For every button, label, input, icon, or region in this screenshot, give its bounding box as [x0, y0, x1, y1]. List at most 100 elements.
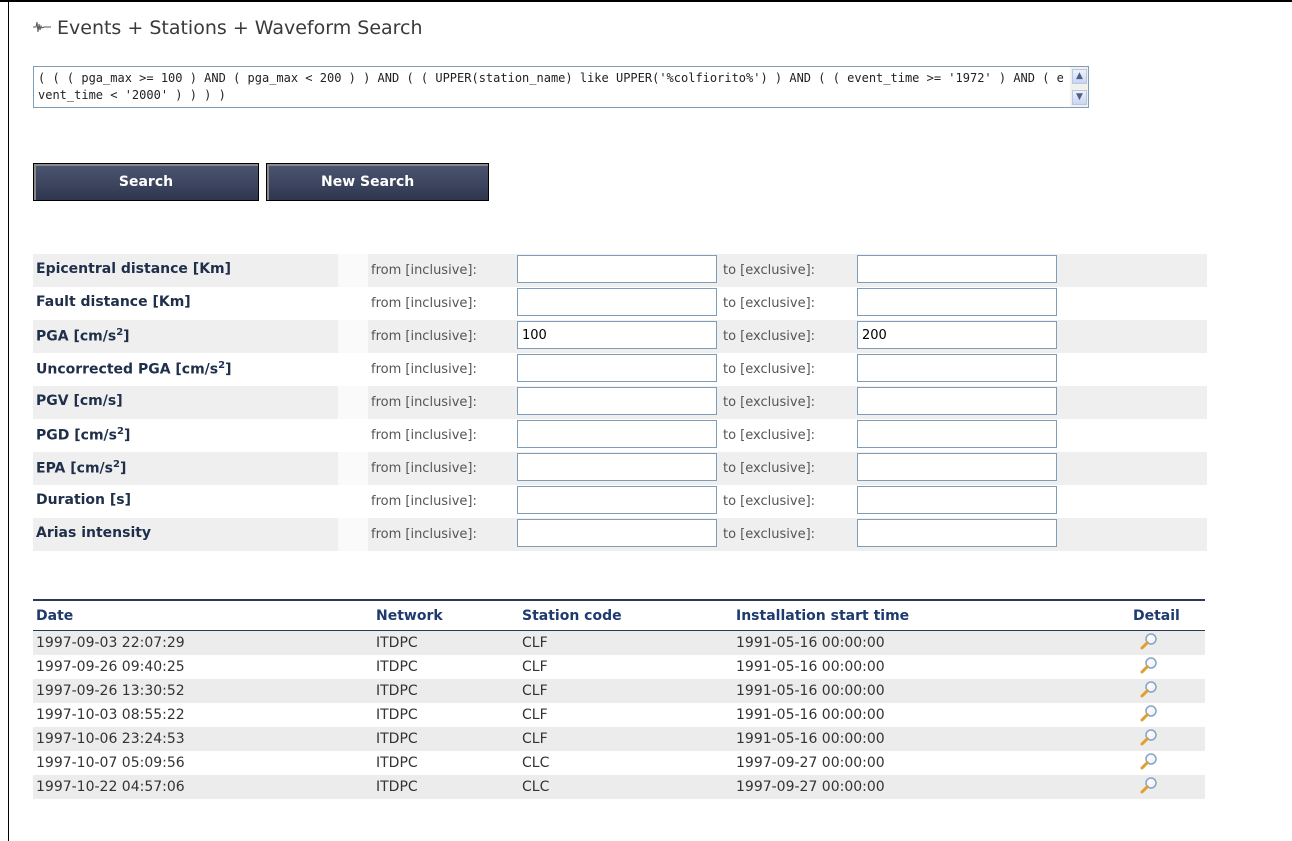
cell-network: ITDPC: [376, 707, 418, 723]
to-input[interactable]: [857, 321, 1057, 349]
filter-row-separator: [338, 254, 368, 287]
to-input[interactable]: [857, 354, 1057, 382]
to-input[interactable]: [857, 420, 1057, 448]
cell-installation-time: 1991-05-16 00:00:00: [736, 731, 885, 747]
column-header-network[interactable]: Network: [376, 608, 443, 624]
from-input[interactable]: [517, 255, 717, 283]
cell-station-code: CLF: [522, 707, 548, 723]
search-button[interactable]: Search: [33, 163, 259, 201]
page-title-text: Events + Stations + Waveform Search: [57, 17, 423, 39]
magnifier-icon[interactable]: [1139, 728, 1159, 748]
scroll-down-icon[interactable]: ▼: [1072, 90, 1087, 105]
magnifier-icon[interactable]: [1139, 752, 1159, 772]
cell-station-code: CLF: [522, 683, 548, 699]
cell-network: ITDPC: [376, 683, 418, 699]
filter-row: PGV [cm/s] from [inclusive]: to [exclusive…: [33, 386, 1207, 419]
cell-date: 1997-09-26 09:40:25: [36, 659, 185, 675]
filter-row: EPA [cm/s2] from [inclusive]: to [exclusiv…: [33, 452, 1207, 485]
filter-row: PGD [cm/s2] from [inclusive]: to [exclusiv…: [33, 419, 1207, 452]
cell-installation-time: 1991-05-16 00:00:00: [736, 707, 885, 723]
cell-network: ITDPC: [376, 635, 418, 651]
filter-row: Epicentral distance [Km] from [inclusive]…: [33, 254, 1207, 287]
window-frame-left: [8, 0, 9, 841]
to-input[interactable]: [857, 486, 1057, 514]
cell-date: 1997-10-03 08:55:22: [36, 707, 185, 723]
filter-row-separator: [338, 518, 368, 551]
filter-label-text: Epicentral distance [Km]: [36, 261, 232, 277]
cell-installation-time: 1991-05-16 00:00:00: [736, 683, 885, 699]
filter-row: Arias intensity from [inclusive]: to [excl…: [33, 518, 1207, 551]
cell-date: 1997-10-06 23:24:53: [36, 731, 185, 747]
query-text[interactable]: ( ( ( pga_max >= 100 ) AND ( pga_max < 2…: [38, 70, 1066, 104]
cell-network: ITDPC: [376, 779, 418, 795]
cell-network: ITDPC: [376, 731, 418, 747]
column-header-date[interactable]: Date: [36, 608, 73, 624]
column-header-detail: Detail: [1133, 608, 1180, 624]
filter-label-exponent: 2: [112, 459, 120, 470]
cell-station-code: CLF: [522, 731, 548, 747]
magnifier-icon[interactable]: [1139, 704, 1159, 724]
to-label: to [exclusive]:: [723, 494, 816, 509]
filter-label: Epicentral distance [Km]: [36, 261, 231, 277]
filter-row: Fault distance [Km] from [inclusive]: to […: [33, 287, 1207, 320]
cell-station-code: CLC: [522, 779, 550, 795]
from-input[interactable]: [517, 387, 717, 415]
filter-row: PGA [cm/s2] from [inclusive]: to [exclusiv…: [33, 320, 1207, 353]
filter-label: EPA [cm/s2]: [36, 459, 126, 477]
magnifier-icon[interactable]: [1139, 632, 1159, 652]
to-input[interactable]: [857, 288, 1057, 316]
from-label: from [inclusive]:: [371, 395, 477, 410]
from-input[interactable]: [517, 519, 717, 547]
from-input[interactable]: [517, 420, 717, 448]
from-label: from [inclusive]:: [371, 329, 477, 344]
query-textarea[interactable]: ( ( ( pga_max >= 100 ) AND ( pga_max < 2…: [33, 66, 1089, 108]
to-input[interactable]: [857, 519, 1057, 547]
from-input[interactable]: [517, 321, 717, 349]
to-label: to [exclusive]:: [723, 362, 816, 377]
cell-installation-time: 1991-05-16 00:00:00: [736, 659, 885, 675]
table-row: 1997-09-03 22:07:29 ITDPC CLF 1991-05-16 00…: [33, 631, 1205, 655]
to-label: to [exclusive]:: [723, 296, 816, 311]
to-label: to [exclusive]:: [723, 329, 816, 344]
magnifier-icon[interactable]: [1139, 776, 1159, 796]
to-input[interactable]: [857, 255, 1057, 283]
to-label: to [exclusive]:: [723, 527, 816, 542]
filter-row: Duration [s] from [inclusive]: to [exclusi…: [33, 485, 1207, 518]
new-search-button[interactable]: New Search: [266, 163, 489, 201]
column-header-station-code[interactable]: Station code: [522, 608, 622, 624]
table-row: 1997-10-03 08:55:22 ITDPC CLF 1991-05-16 00…: [33, 703, 1205, 727]
cell-network: ITDPC: [376, 755, 418, 771]
to-label: to [exclusive]:: [723, 461, 816, 476]
table-row: 1997-09-26 09:40:25 ITDPC CLF 1991-05-16 00…: [33, 655, 1205, 679]
filter-label: PGA [cm/s2]: [36, 327, 130, 345]
from-label: from [inclusive]:: [371, 527, 477, 542]
column-header-installation[interactable]: Installation start time: [736, 608, 909, 624]
from-input[interactable]: [517, 354, 717, 382]
filter-label-exponent: 2: [116, 426, 124, 437]
cell-date: 1997-09-03 22:07:29: [36, 635, 185, 651]
to-input[interactable]: [857, 453, 1057, 481]
to-label: to [exclusive]:: [723, 395, 816, 410]
results-table: Date Network Station code Installation s…: [33, 599, 1205, 799]
table-row: 1997-09-26 13:30:52 ITDPC CLF 1991-05-16 00…: [33, 679, 1205, 703]
cell-installation-time: 1997-09-27 00:00:00: [736, 779, 885, 795]
from-input[interactable]: [517, 486, 717, 514]
from-input[interactable]: [517, 453, 717, 481]
filter-label: PGV [cm/s]: [36, 393, 123, 409]
filter-label: Fault distance [Km]: [36, 294, 191, 310]
query-scrollbar[interactable]: ▲ ▼: [1070, 67, 1088, 107]
table-row: 1997-10-07 05:09:56 ITDPC CLC 1997-09-27 00…: [33, 751, 1205, 775]
table-row: 1997-10-22 04:57:06 ITDPC CLC 1997-09-27 00…: [33, 775, 1205, 799]
waveform-icon: [33, 21, 51, 36]
cell-installation-time: 1997-09-27 00:00:00: [736, 755, 885, 771]
to-label: to [exclusive]:: [723, 263, 816, 278]
cell-date: 1997-10-07 05:09:56: [36, 755, 185, 771]
cell-station-code: CLF: [522, 659, 548, 675]
to-input[interactable]: [857, 387, 1057, 415]
filter-label-text: PGA [cm/s: [36, 328, 117, 345]
magnifier-icon[interactable]: [1139, 680, 1159, 700]
from-input[interactable]: [517, 288, 717, 316]
magnifier-icon[interactable]: [1139, 656, 1159, 676]
filter-label-suffix: ]: [123, 427, 131, 444]
scroll-up-icon[interactable]: ▲: [1072, 69, 1087, 84]
